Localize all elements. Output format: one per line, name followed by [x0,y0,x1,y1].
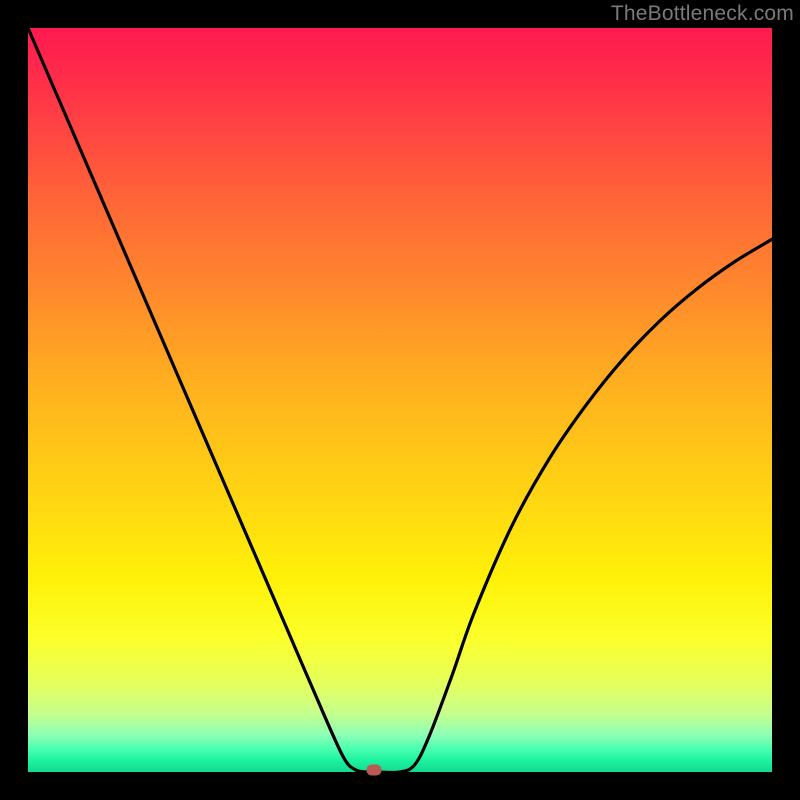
chart-frame: TheBottleneck.com [0,0,800,800]
optimal-marker [366,765,381,776]
bottleneck-curve [28,28,772,772]
watermark-text: TheBottleneck.com [611,2,794,26]
plot-area [28,28,772,772]
